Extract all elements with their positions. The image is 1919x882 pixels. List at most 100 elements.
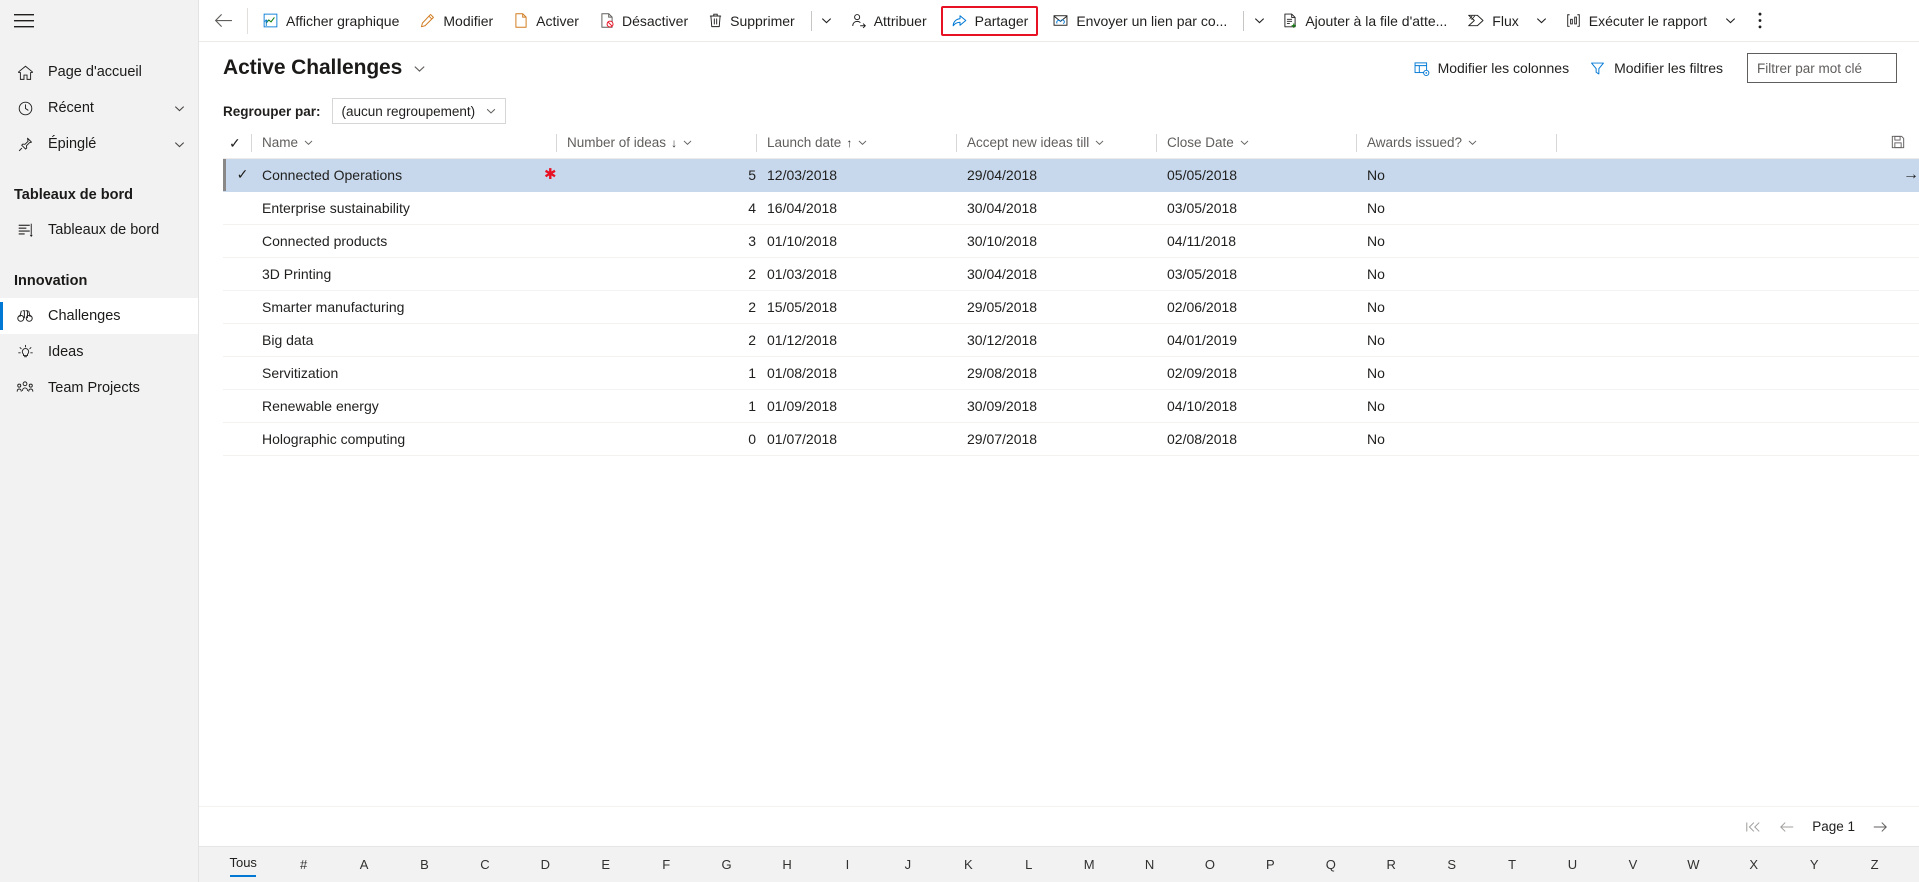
alpha-filter-y[interactable]: Y — [1784, 855, 1844, 875]
alpha-filter-i[interactable]: I — [817, 855, 877, 875]
alpha-filter-c[interactable]: C — [455, 855, 515, 875]
sidebar-item-home[interactable]: Page d'accueil — [0, 54, 198, 90]
email-link-button[interactable]: Envoyer un lien par co... — [1042, 0, 1237, 41]
table-row[interactable]: Big data 2 01/12/2018 30/12/2018 04/01/2… — [223, 323, 1919, 357]
share-button[interactable]: Partager — [940, 5, 1039, 36]
flow-dropdown-chevron-down-icon[interactable] — [1529, 0, 1555, 41]
alpha-filter-h[interactable]: H — [757, 855, 817, 875]
chevron-down-icon[interactable] — [173, 102, 186, 115]
column-header-number-of-ideas[interactable]: Number of ideas ↓ — [556, 128, 756, 159]
alpha-filter-t[interactable]: T — [1482, 855, 1542, 875]
alpha-filter-hash[interactable]: # — [273, 855, 333, 875]
more-vertical-icon[interactable] — [1743, 0, 1777, 41]
cell-name[interactable]: Enterprise sustainability — [251, 191, 556, 225]
cell-name[interactable]: Connected Operations ✱ — [251, 158, 556, 192]
alpha-filter-e[interactable]: E — [576, 855, 636, 875]
table-row[interactable]: Servitization 1 01/08/2018 29/08/2018 02… — [223, 356, 1919, 390]
column-header-launch-date[interactable]: Launch date ↑ — [756, 128, 956, 159]
menu-icon[interactable] — [0, 0, 198, 42]
chevron-down-icon[interactable] — [682, 137, 693, 148]
chevron-down-icon[interactable] — [173, 138, 186, 151]
table-row[interactable]: ✓ Connected Operations ✱ 5 12/03/2018 29… — [223, 158, 1919, 192]
sidebar-item-team-projects[interactable]: Team Projects — [0, 370, 198, 406]
group-by-select[interactable]: (aucun regroupement) — [331, 98, 507, 124]
run-report-dropdown-chevron-down-icon[interactable] — [1717, 0, 1743, 41]
search-input[interactable] — [1757, 60, 1887, 76]
alpha-filter-s[interactable]: S — [1421, 855, 1481, 875]
alpha-filter-u[interactable]: U — [1542, 855, 1602, 875]
sidebar-item-pinned[interactable]: Épinglé — [0, 126, 198, 162]
sidebar-item-challenges[interactable]: Challenges — [0, 298, 198, 334]
chevron-down-icon[interactable] — [1239, 137, 1250, 148]
chevron-down-icon[interactable] — [1094, 137, 1105, 148]
email-link-dropdown-chevron-down-icon[interactable] — [1246, 0, 1272, 41]
cell-name[interactable]: Servitization — [251, 356, 556, 390]
alpha-filter-l[interactable]: L — [998, 855, 1058, 875]
sidebar-item-recent[interactable]: Récent — [0, 90, 198, 126]
cell-name[interactable]: Holographic computing — [251, 422, 556, 456]
alpha-filter-d[interactable]: D — [515, 855, 575, 875]
column-header-close-date[interactable]: Close Date — [1156, 128, 1356, 159]
sidebar-item-dashboards[interactable]: Tableaux de bord — [0, 212, 198, 248]
cell-name[interactable]: Renewable energy — [251, 389, 556, 423]
run-report-button[interactable]: Exécuter le rapport — [1555, 0, 1717, 41]
delete-dropdown-chevron-down-icon[interactable] — [814, 0, 840, 41]
row-checkbox[interactable] — [223, 224, 251, 258]
view-selector-chevron-down-icon[interactable] — [412, 61, 427, 76]
back-arrow-icon[interactable] — [203, 0, 243, 41]
table-row[interactable]: Holographic computing 0 01/07/2018 29/07… — [223, 422, 1919, 456]
cell-name[interactable]: Big data — [251, 323, 556, 357]
cell-name[interactable]: Connected products — [251, 224, 556, 258]
table-row[interactable]: Renewable energy 1 01/09/2018 30/09/2018… — [223, 389, 1919, 423]
deactivate-button[interactable]: Désactiver — [589, 0, 698, 41]
next-page-icon[interactable] — [1863, 811, 1897, 843]
alpha-filter-x[interactable]: X — [1724, 855, 1784, 875]
row-checkbox[interactable] — [223, 389, 251, 423]
alpha-filter-q[interactable]: Q — [1301, 855, 1361, 875]
row-checkbox[interactable] — [223, 323, 251, 357]
alpha-filter-r[interactable]: R — [1361, 855, 1421, 875]
alpha-filter-m[interactable]: M — [1059, 855, 1119, 875]
show-chart-button[interactable]: Afficher graphique — [252, 0, 409, 41]
column-header-awards-issued[interactable]: Awards issued? — [1356, 128, 1556, 159]
chevron-down-icon[interactable] — [857, 137, 868, 148]
chevron-down-icon[interactable] — [1467, 137, 1478, 148]
delete-button[interactable]: Supprimer — [698, 0, 805, 41]
select-all-header[interactable]: ✓ — [223, 128, 251, 159]
alpha-filter-o[interactable]: O — [1180, 855, 1240, 875]
sidebar-item-ideas[interactable]: Ideas — [0, 334, 198, 370]
edit-columns-button[interactable]: Modifier les colonnes — [1403, 54, 1580, 83]
activate-button[interactable]: Activer — [503, 0, 589, 41]
alpha-filter-g[interactable]: G — [696, 855, 756, 875]
row-checkbox[interactable] — [223, 422, 251, 456]
alpha-filter-k[interactable]: K — [938, 855, 998, 875]
alpha-filter-b[interactable]: B — [394, 855, 454, 875]
row-checkbox[interactable] — [223, 290, 251, 324]
previous-page-icon[interactable] — [1770, 811, 1804, 843]
table-row[interactable]: Enterprise sustainability 4 16/04/2018 3… — [223, 191, 1919, 225]
table-row[interactable]: Connected products 3 01/10/2018 30/10/20… — [223, 224, 1919, 258]
alpha-filter-a[interactable]: A — [334, 855, 394, 875]
row-checkbox[interactable] — [223, 191, 251, 225]
assign-button[interactable]: Attribuer — [840, 0, 937, 41]
edit-button[interactable]: Modifier — [409, 0, 503, 41]
add-to-queue-button[interactable]: Ajouter à la file d'atte... — [1272, 0, 1457, 41]
edit-filters-button[interactable]: Modifier les filtres — [1579, 54, 1733, 83]
first-page-icon[interactable] — [1736, 811, 1770, 843]
flow-button[interactable]: Flux — [1457, 0, 1528, 41]
row-checkbox[interactable] — [223, 257, 251, 291]
search-box[interactable] — [1747, 53, 1897, 83]
table-row[interactable]: 3D Printing 2 01/03/2018 30/04/2018 03/0… — [223, 257, 1919, 291]
row-checkbox[interactable] — [223, 356, 251, 390]
alpha-filter-f[interactable]: F — [636, 855, 696, 875]
cell-name[interactable]: 3D Printing — [251, 257, 556, 291]
alpha-filter-all[interactable]: Tous — [213, 853, 273, 877]
column-header-name[interactable]: Name — [251, 128, 556, 159]
alpha-filter-p[interactable]: P — [1240, 855, 1300, 875]
row-checkmark-icon[interactable]: ✓ — [223, 158, 251, 192]
column-header-accept-new-ideas-till[interactable]: Accept new ideas till — [956, 128, 1156, 159]
cell-name[interactable]: Smarter manufacturing — [251, 290, 556, 324]
alpha-filter-z[interactable]: Z — [1844, 855, 1904, 875]
table-row[interactable]: Smarter manufacturing 2 15/05/2018 29/05… — [223, 290, 1919, 324]
alpha-filter-v[interactable]: V — [1603, 855, 1663, 875]
